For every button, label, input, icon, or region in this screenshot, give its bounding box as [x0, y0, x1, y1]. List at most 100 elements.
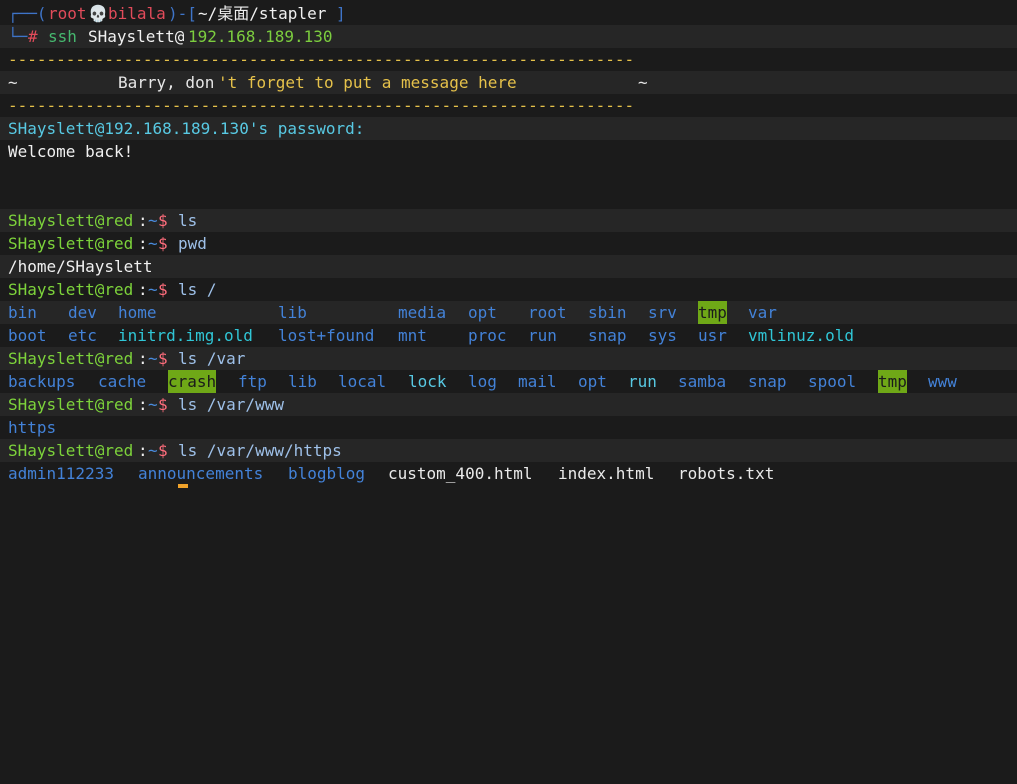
shell-command: pwd: [178, 234, 207, 253]
dir-entry: opt: [578, 372, 607, 391]
prompt-user: root: [48, 4, 87, 23]
dir-entry: run: [528, 326, 557, 345]
banner-tilde-right: ~: [638, 73, 648, 92]
shell-sep: :: [138, 395, 148, 414]
password-prompt-line: SHayslett@192.168.189.130's password:: [0, 117, 1017, 140]
shell-sep: :: [138, 234, 148, 253]
dir-entry: cache: [98, 372, 147, 391]
ls-www-row: https: [0, 416, 1017, 439]
dir-entry: samba: [678, 372, 727, 391]
dir-entry: lost+found: [278, 326, 375, 345]
prompt-corner-bottom: └─: [8, 27, 28, 46]
prompt-dir: ~/桌面/stapler: [198, 4, 327, 23]
text-cursor: [178, 484, 188, 488]
prompt-host: bilala: [108, 4, 166, 23]
banner-message-a: Barry, don: [118, 73, 215, 92]
shell-path: ~: [148, 280, 158, 299]
prompt-bracket-close: ]: [336, 4, 346, 23]
pwd-output: /home/SHayslett: [8, 257, 153, 276]
shell-user: SHayslett@red: [8, 395, 134, 414]
welcome-message: Welcome back!: [8, 142, 134, 161]
shell-path: ~: [148, 441, 158, 460]
shell-command: ls: [178, 211, 198, 230]
shell-dollar: $: [158, 349, 168, 368]
shell-command: ls /: [178, 280, 217, 299]
dir-entry: spool: [808, 372, 857, 391]
shell-prompt-ls-var: SHayslett@red : ~ $ ls /var: [0, 347, 1017, 370]
shell-dollar: $: [158, 211, 168, 230]
shell-path: ~: [148, 234, 158, 253]
shell-dollar: $: [158, 441, 168, 460]
file-entry: robots.txt: [678, 464, 775, 483]
shell-prompt-ls-root: SHayslett@red : ~ $ ls /: [0, 278, 1017, 301]
password-prompt: SHayslett@192.168.189.130's password:: [8, 119, 365, 138]
dir-entry-sticky: tmp: [878, 370, 907, 393]
dir-entry: blogblog: [288, 464, 366, 483]
banner-message-b: 't forget to put a message here: [218, 73, 517, 92]
symlink-entry: vmlinuz.old: [748, 326, 854, 345]
dir-entry: snap: [748, 372, 787, 391]
dir-entry: home: [118, 303, 157, 322]
shell-command: ls /var/www/https: [178, 441, 342, 460]
dir-entry: lib: [288, 372, 317, 391]
shell-user: SHayslett@red: [8, 234, 134, 253]
shell-prompt-ls: SHayslett@red : ~ $ ls: [0, 209, 1017, 232]
dir-entry: backups: [8, 372, 76, 391]
dir-entry-sticky: tmp: [698, 301, 727, 324]
banner-message-line: ~ Barry, don 't forget to put a message …: [0, 71, 1017, 94]
shell-dollar: $: [158, 395, 168, 414]
banner-dashes: ----------------------------------------…: [8, 50, 635, 69]
dir-entry: media: [398, 303, 447, 322]
shell-command: ls /var: [178, 349, 246, 368]
zsh-prompt-header: ┌──( root 💀 bilala )-[ ~/桌面/stapler ]: [0, 2, 1017, 25]
shell-dollar: $: [158, 234, 168, 253]
shell-user: SHayslett@red: [8, 280, 134, 299]
banner-top-rule: ----------------------------------------…: [0, 48, 1017, 71]
shell-path: ~: [148, 395, 158, 414]
ls-https-row: admin112233 announcements blogblog custo…: [0, 462, 1017, 485]
dir-entry: local: [338, 372, 387, 391]
dir-entry: sbin: [588, 303, 627, 322]
shell-sep: :: [138, 280, 148, 299]
symlink-entry: lock: [408, 372, 447, 391]
shell-prompt-ls-https: SHayslett@red : ~ $ ls /var/www/https: [0, 439, 1017, 462]
dir-entry: log: [468, 372, 497, 391]
shell-user: SHayslett@red: [8, 441, 134, 460]
shell-user: SHayslett@red: [8, 211, 134, 230]
ssh-command: ssh: [48, 27, 77, 46]
dir-entry: snap: [588, 326, 627, 345]
dir-entry: ftp: [238, 372, 267, 391]
shell-command: ls /var/www: [178, 395, 284, 414]
ls-var-row: backups cache crash ftp lib local lock l…: [0, 370, 1017, 393]
dir-entry: opt: [468, 303, 497, 322]
symlink-entry: initrd.img.old: [118, 326, 253, 345]
dir-entry: var: [748, 303, 777, 322]
shell-prompt-ls-www: SHayslett@red : ~ $ ls /var/www: [0, 393, 1017, 416]
dir-entry: admin112233: [8, 464, 114, 483]
welcome-line: Welcome back!: [0, 140, 1017, 163]
symlink-entry: run: [628, 372, 657, 391]
terminal-window[interactable]: ┌──( root 💀 bilala )-[ ~/桌面/stapler ] └─…: [0, 0, 1017, 488]
command-line-ssh: └─ # ssh SHayslett@ 192.168.189.130: [0, 25, 1017, 48]
dir-entry: boot: [8, 326, 47, 345]
dir-entry: bin: [8, 303, 37, 322]
dir-entry: announcements: [138, 464, 264, 483]
ls-root-row-2: boot etc initrd.img.old lost+found mnt p…: [0, 324, 1017, 347]
dir-entry: dev: [68, 303, 97, 322]
dir-entry: mail: [518, 372, 557, 391]
prompt-hash: #: [28, 27, 38, 46]
ssh-target-ip: 192.168.189.130: [188, 27, 333, 46]
shell-sep: :: [138, 441, 148, 460]
dir-entry: proc: [468, 326, 507, 345]
shell-path: ~: [148, 211, 158, 230]
dir-entry: srv: [648, 303, 677, 322]
shell-path: ~: [148, 349, 158, 368]
prompt-corner: ┌──(: [8, 4, 47, 23]
dir-entry-sticky: crash: [168, 370, 217, 393]
ssh-target-user: SHayslett@: [88, 27, 185, 46]
file-entry: index.html: [558, 464, 655, 483]
file-entry: custom_400.html: [388, 464, 533, 483]
dir-entry: usr: [698, 326, 727, 345]
shell-sep: :: [138, 349, 148, 368]
prompt-bracket: )-[: [168, 4, 197, 23]
